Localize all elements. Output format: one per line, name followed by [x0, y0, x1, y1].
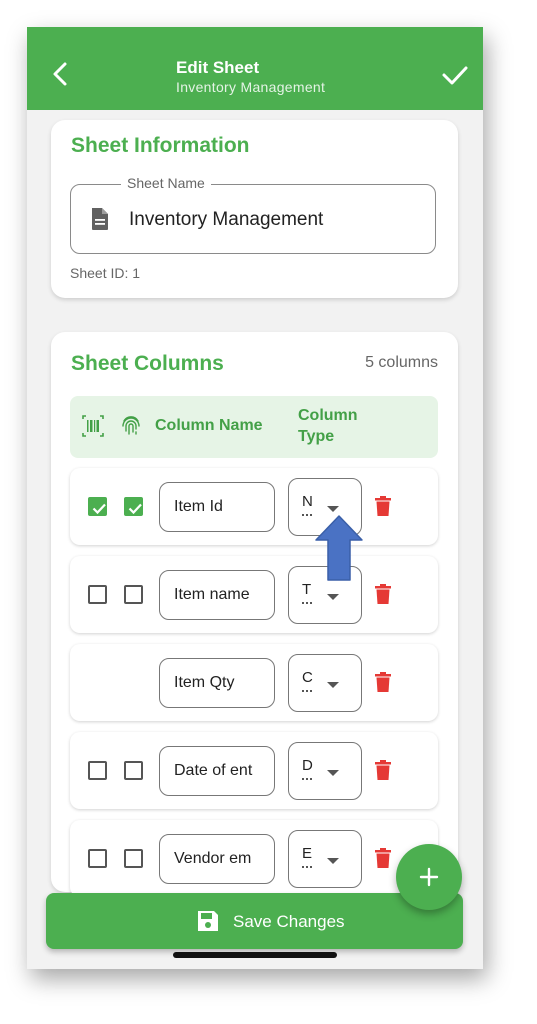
barcode-checkbox[interactable] — [88, 849, 107, 868]
dropdown-arrow-icon — [327, 858, 339, 864]
dropdown-arrow-icon — [327, 594, 339, 600]
unique-checkbox[interactable] — [124, 585, 143, 604]
sheet-information-card: Sheet Information Sheet Name Inventory M… — [51, 120, 458, 298]
dropdown-arrow-icon — [327, 506, 339, 512]
delete-icon[interactable] — [375, 760, 391, 780]
phone-screen: Edit Sheet Inventory Management Sheet In… — [27, 27, 483, 969]
save-icon — [198, 911, 218, 931]
sheet-name-input[interactable]: Inventory Management — [129, 209, 323, 231]
column-type-dropdown[interactable]: E — [288, 830, 362, 888]
unique-checkbox[interactable] — [124, 849, 143, 868]
column-type-header-line2: Type — [298, 428, 335, 445]
column-name-header: Column Name — [155, 417, 263, 434]
page-title: Edit Sheet — [176, 58, 260, 77]
column-name-input[interactable]: Item name — [159, 570, 275, 620]
page-subtitle: Inventory Management — [176, 79, 326, 95]
dropdown-arrow-icon — [327, 770, 339, 776]
add-column-button[interactable] — [396, 844, 462, 910]
delete-icon[interactable] — [375, 584, 391, 604]
column-type-value: C — [302, 669, 313, 692]
columns-header: Column Name Column Type — [70, 396, 438, 458]
dropdown-arrow-icon — [327, 682, 339, 688]
save-changes-button[interactable]: Save Changes — [46, 893, 463, 949]
column-type-dropdown[interactable]: C — [288, 654, 362, 712]
column-type-header-line1: Column — [298, 407, 358, 424]
app-bar: Edit Sheet Inventory Management — [27, 27, 483, 110]
column-row-date-of-entry: Date of ent D — [70, 732, 438, 809]
sheet-columns-title: Sheet Columns — [71, 352, 224, 375]
column-row-item-qty: Item Qty C — [70, 644, 438, 721]
save-changes-label: Save Changes — [233, 912, 345, 931]
home-indicator — [173, 952, 337, 958]
column-type-value: N — [302, 493, 313, 516]
column-name-input[interactable]: Vendor em — [159, 834, 275, 884]
delete-icon[interactable] — [375, 496, 391, 516]
column-row-vendor-email: Vendor em E — [70, 820, 438, 897]
sheet-id: Sheet ID: 1 — [70, 265, 141, 281]
barcode-icon — [82, 415, 104, 437]
barcode-checkbox[interactable] — [88, 761, 107, 780]
arrow-back-icon[interactable] — [47, 60, 75, 88]
document-icon — [92, 208, 108, 230]
column-type-value: D — [302, 757, 313, 780]
column-type-value: E — [302, 845, 313, 868]
sheet-name-label: Sheet Name — [121, 175, 211, 191]
column-name-input[interactable]: Item Id — [159, 482, 275, 532]
unique-checkbox[interactable] — [124, 497, 143, 516]
barcode-checkbox[interactable] — [88, 497, 107, 516]
plus-icon — [419, 867, 439, 887]
sheet-name-field[interactable]: Sheet Name Inventory Management — [70, 175, 436, 254]
column-row-item-name: Item name T — [70, 556, 438, 633]
column-count: 5 columns — [365, 354, 438, 371]
column-type-value: T — [302, 581, 313, 604]
fingerprint-icon — [122, 416, 140, 435]
column-name-input[interactable]: Item Qty — [159, 658, 275, 708]
up-arrow-annotation-icon — [315, 515, 363, 581]
delete-icon[interactable] — [375, 672, 391, 692]
title-block: Edit Sheet Inventory Management — [176, 58, 325, 96]
delete-icon[interactable] — [375, 848, 391, 868]
column-row-item-id: Item Id N — [70, 468, 438, 545]
check-icon[interactable] — [441, 63, 469, 87]
sheet-information-title: Sheet Information — [71, 134, 250, 157]
barcode-checkbox[interactable] — [88, 585, 107, 604]
column-name-input[interactable]: Date of ent — [159, 746, 275, 796]
unique-checkbox[interactable] — [124, 761, 143, 780]
column-type-dropdown[interactable]: D — [288, 742, 362, 800]
sheet-columns-card: Sheet Columns 5 columns Column Name Colu… — [51, 332, 458, 897]
